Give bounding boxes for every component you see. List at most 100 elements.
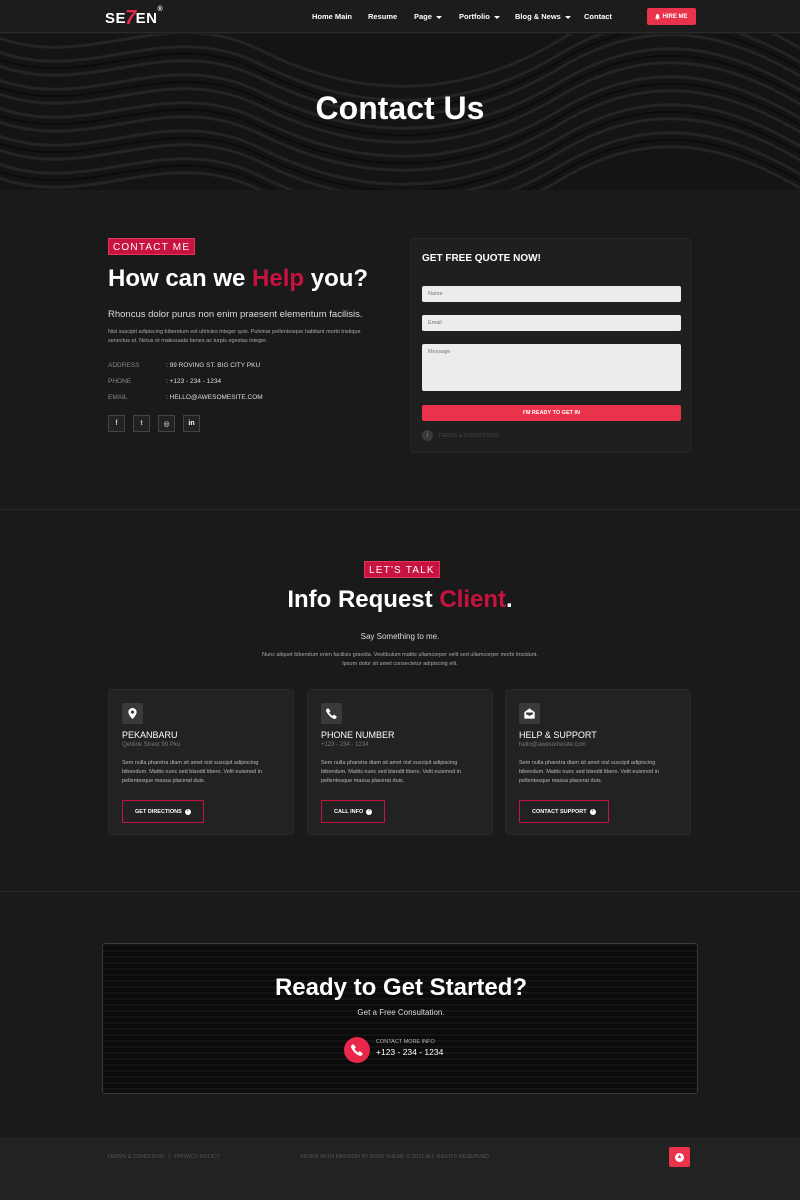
- info-heading-end: .: [506, 586, 513, 613]
- nav-page[interactable]: Page: [414, 12, 442, 21]
- info-description-line-1: Nunc aliquet bibendum enim facilisis gra…: [262, 652, 538, 658]
- call-info-button[interactable]: CALL INFO ›: [321, 800, 386, 823]
- contact-heading-end: you?: [304, 265, 369, 292]
- name-field[interactable]: Name: [422, 286, 681, 302]
- copyright-text: SEVEN WITH PASSION BY BOMI THEME © 2021 …: [300, 1154, 489, 1160]
- info-heading-start: Info Request: [287, 586, 440, 613]
- contact-lead: Rhoncus dolor purus non enim praesent el…: [108, 309, 363, 320]
- hire-me-label: HIRE ME: [662, 13, 688, 20]
- phone-label: PHONE: [108, 378, 132, 385]
- facebook-icon[interactable]: f: [108, 415, 125, 432]
- address-row: ADDRESS: 99 ROVING ST. BIG CITY PKU: [108, 362, 261, 369]
- quote-form-card: GET FREE QUOTE NOW! Name Email Message I…: [410, 238, 691, 453]
- phone-row: PHONE: +123 - 234 - 1234: [108, 378, 222, 385]
- address-label: ADDRESS: [108, 362, 140, 369]
- phone-icon: [321, 703, 342, 724]
- twitter-icon[interactable]: t: [133, 415, 150, 432]
- hero-banner: Contact Us: [0, 34, 800, 190]
- contact-description: Nisl suscipit adipiscing bibendum est ul…: [108, 328, 398, 346]
- nav-blog-label: Blog & News: [515, 12, 561, 21]
- instagram-icon[interactable]: ◎: [158, 415, 175, 432]
- chevron-down-icon: [435, 15, 442, 19]
- info-card-location: PEKANBARU Qetilink Street 99 Pku Sem nul…: [108, 689, 294, 835]
- nav-page-label: Page: [414, 12, 432, 21]
- arrow-up-icon: ▲: [675, 1152, 684, 1162]
- privacy-policy-link[interactable]: PRIVACY POLICY: [174, 1154, 219, 1160]
- logo-prefix: SE: [105, 10, 127, 27]
- logo-seven: 7: [125, 7, 137, 29]
- bell-icon: [655, 13, 661, 20]
- get-directions-label: GET DIRECTIONS: [135, 808, 182, 815]
- nav-home-main[interactable]: Home Main: [312, 12, 352, 21]
- chevron-down-icon: [564, 15, 571, 19]
- striped-background: [103, 944, 697, 1093]
- site-logo[interactable]: SE7EN®: [105, 6, 163, 29]
- nav-portfolio-label: Portfolio: [459, 12, 490, 21]
- phone-icon[interactable]: [344, 1037, 370, 1063]
- nav-contact[interactable]: Contact: [584, 12, 612, 21]
- card-title: HELP & SUPPORT: [519, 730, 597, 740]
- info-card-support: HELP & SUPPORT hello@awesomesite.com Sem…: [505, 689, 691, 835]
- contact-description-line-1: Nisl suscipit adipiscing bibendum est ul…: [108, 329, 361, 335]
- contact-support-label: CONTACT SUPPORT: [532, 808, 587, 815]
- top-navbar: SE7EN® Home Main Resume Page Portfolio B…: [0, 0, 800, 33]
- card-title: PHONE NUMBER: [321, 730, 395, 740]
- lets-talk-badge: LET'S TALK: [364, 561, 440, 578]
- section-divider: [0, 891, 800, 892]
- contact-heading: How can we Help you?: [108, 265, 368, 293]
- address-value: 99 ROVING ST. BIG CITY PKU: [169, 362, 261, 369]
- info-heading-accent: Client: [439, 586, 506, 613]
- envelope-open-icon: [519, 703, 540, 724]
- nav-portfolio[interactable]: Portfolio: [459, 12, 500, 21]
- card-title: PEKANBARU: [122, 730, 178, 740]
- email-label: EMAIL: [108, 394, 128, 401]
- get-directions-button[interactable]: GET DIRECTIONS ›: [122, 800, 204, 823]
- card-subtitle: +123 - 234 - 1234: [321, 742, 369, 748]
- info-card-phone: PHONE NUMBER +123 - 234 - 1234 Sem nulla…: [307, 689, 493, 835]
- email-row: EMAIL: HELLO@AWESOMESITE.COM: [108, 394, 263, 401]
- card-text: Sem nulla pharetra diam sit amet nisl su…: [519, 760, 660, 784]
- cta-title: Ready to Get Started?: [274, 974, 528, 1001]
- contact-support-button[interactable]: CONTACT SUPPORT ›: [519, 800, 609, 823]
- chevron-down-icon: [493, 15, 500, 19]
- terms-label: TERMS & CONDITIONS: [438, 432, 499, 439]
- card-subtitle: Qetilink Street 99 Pku: [122, 742, 181, 748]
- nav-resume[interactable]: Resume: [368, 12, 397, 21]
- location-pin-icon: [122, 703, 143, 724]
- footer-separator: |: [168, 1154, 170, 1160]
- contact-heading-accent: Help: [252, 265, 305, 292]
- cta-subtitle: Get a Free Consultation.: [357, 1008, 445, 1017]
- arrow-right-icon: ›: [589, 808, 596, 815]
- submit-button[interactable]: I'M READY TO GET IN: [422, 405, 681, 421]
- footer: TERMS & CONDITION | PRIVACY POLICY SEVEN…: [0, 1137, 800, 1200]
- logo-registered-mark: ®: [157, 6, 164, 13]
- info-icon: i: [422, 430, 433, 441]
- linkedin-icon[interactable]: in: [183, 415, 200, 432]
- phone-value: +123 - 234 - 1234: [169, 378, 222, 385]
- cta-banner: Ready to Get Started? Get a Free Consult…: [102, 943, 698, 1094]
- terms-condition-link[interactable]: TERMS & CONDITION: [107, 1154, 164, 1160]
- section-divider: [0, 509, 800, 510]
- card-text: Sem nulla pharetra diam sit amet nisl su…: [122, 760, 263, 784]
- info-description-line-2: Ipsum dolor sit amet consectetur adipisc…: [342, 661, 458, 667]
- info-heading: Info Request Client.: [0, 586, 800, 614]
- card-text: Sem nulla pharetra diam sit amet nisl su…: [321, 760, 462, 784]
- contact-heading-start: How can we: [108, 265, 253, 292]
- back-to-top-button[interactable]: ▲: [669, 1147, 690, 1167]
- nav-blog-news[interactable]: Blog & News: [515, 12, 571, 21]
- arrow-right-icon: ›: [184, 808, 191, 815]
- contact-description-line-2: senectus et. Netus et malesuada fames ac…: [108, 338, 268, 344]
- call-info-label: CALL INFO: [334, 808, 364, 815]
- page-title: Contact Us: [315, 90, 485, 126]
- cta-phone-number[interactable]: +123 - 234 - 1234: [376, 1047, 443, 1057]
- message-field[interactable]: Message: [422, 344, 681, 391]
- info-description: Nunc aliquet bibendum enim facilisis gra…: [250, 651, 550, 669]
- email-field[interactable]: Email: [422, 315, 681, 331]
- card-subtitle: hello@awesomesite.com: [519, 742, 586, 748]
- terms-link[interactable]: i TERMS & CONDITIONS: [422, 430, 499, 441]
- footer-links: TERMS & CONDITION | PRIVACY POLICY: [107, 1154, 223, 1160]
- contact-me-badge: CONTACT ME: [108, 238, 196, 255]
- quote-form-title: GET FREE QUOTE NOW!: [422, 253, 541, 264]
- cta-contact-label: CONTACT MORE INFO: [376, 1039, 435, 1045]
- hire-me-button[interactable]: HIRE ME: [647, 8, 696, 25]
